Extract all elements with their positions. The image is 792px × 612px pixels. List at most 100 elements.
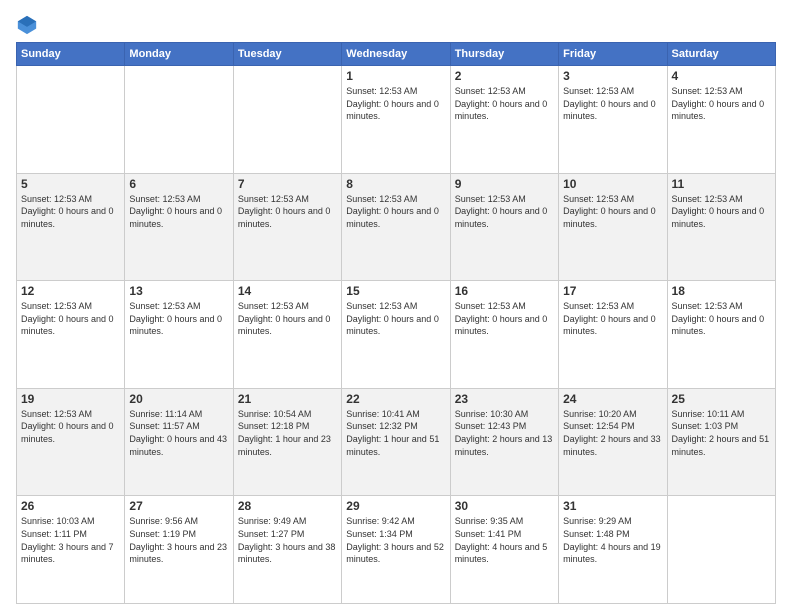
day-number: 13 (129, 284, 228, 298)
day-info: Sunrise: 10:03 AM Sunset: 1:11 PM Daylig… (21, 515, 120, 565)
day-info: Sunset: 12:53 AM Daylight: 0 hours and 0… (563, 85, 662, 123)
day-number: 5 (21, 177, 120, 191)
day-info: Sunset: 12:53 AM Daylight: 0 hours and 0… (563, 300, 662, 338)
day-info: Sunrise: 10:11 AM Sunset: 1:03 PM Daylig… (672, 408, 771, 458)
day-info: Sunrise: 10:54 AM Sunset: 12:18 PM Dayli… (238, 408, 337, 458)
calendar-week-3: 12 Sunset: 12:53 AM Daylight: 0 hours and… (17, 281, 776, 389)
calendar-cell: 26 Sunrise: 10:03 AM Sunset: 1:11 PM Dayl… (17, 496, 125, 604)
calendar-cell: 1 Sunset: 12:53 AM Daylight: 0 hours and … (342, 66, 450, 174)
day-info: Sunset: 12:53 AM Daylight: 0 hours and 0… (238, 300, 337, 338)
day-number: 11 (672, 177, 771, 191)
day-info: Sunset: 12:53 AM Daylight: 0 hours and 0… (346, 193, 445, 231)
day-number: 18 (672, 284, 771, 298)
day-number: 1 (346, 69, 445, 83)
day-number: 24 (563, 392, 662, 406)
calendar-cell (125, 66, 233, 174)
day-info: Sunset: 12:53 AM Daylight: 0 hours and 0… (563, 193, 662, 231)
calendar-cell: 23 Sunrise: 10:30 AM Sunset: 12:43 PM Day… (450, 388, 558, 496)
day-header-thursday: Thursday (450, 43, 558, 66)
calendar-cell: 31Sunrise: 9:29 AM Sunset: 1:48 PM Dayli… (559, 496, 667, 604)
calendar-cell: 21 Sunrise: 10:54 AM Sunset: 12:18 PM Day… (233, 388, 341, 496)
day-number: 7 (238, 177, 337, 191)
day-number: 21 (238, 392, 337, 406)
day-number: 9 (455, 177, 554, 191)
day-number: 23 (455, 392, 554, 406)
day-info: Sunset: 12:53 AM Daylight: 0 hours and 0… (238, 193, 337, 231)
logo-icon (16, 14, 38, 36)
day-header-tuesday: Tuesday (233, 43, 341, 66)
day-number: 2 (455, 69, 554, 83)
day-info: Sunset: 12:53 AM Daylight: 0 hours and 0… (672, 300, 771, 338)
calendar-cell (17, 66, 125, 174)
day-number: 17 (563, 284, 662, 298)
calendar-cell: 2 Sunset: 12:53 AM Daylight: 0 hours and … (450, 66, 558, 174)
calendar-week-4: 19Sunset: 12:53 AM Daylight: 0 hours and… (17, 388, 776, 496)
day-info: Sunset: 12:53 AM Daylight: 0 hours and 0… (346, 85, 445, 123)
calendar-cell: 27 Sunrise: 9:56 AM Sunset: 1:19 PM Dayli… (125, 496, 233, 604)
calendar-cell: 7 Sunset: 12:53 AM Daylight: 0 hours and … (233, 173, 341, 281)
calendar-cell: 10 Sunset: 12:53 AM Daylight: 0 hours and… (559, 173, 667, 281)
day-number: 28 (238, 499, 337, 513)
calendar-cell: 18 Sunset: 12:53 AM Daylight: 0 hours and… (667, 281, 775, 389)
day-info: Sunset: 12:53 AM Daylight: 0 hours and 0… (455, 85, 554, 123)
day-info: Sunrise: 9:56 AM Sunset: 1:19 PM Dayligh… (129, 515, 228, 565)
day-number: 27 (129, 499, 228, 513)
day-number: 30 (455, 499, 554, 513)
day-number: 3 (563, 69, 662, 83)
calendar-cell: 5 Sunset: 12:53 AM Daylight: 0 hours and … (17, 173, 125, 281)
calendar-cell: 30 Sunrise: 9:35 AM Sunset: 1:41 PM Dayli… (450, 496, 558, 604)
calendar-cell: 20 Sunrise: 11:14 AM Sunset: 11:57 AM Day… (125, 388, 233, 496)
calendar-cell: 12 Sunset: 12:53 AM Daylight: 0 hours and… (17, 281, 125, 389)
calendar-cell (233, 66, 341, 174)
day-number: 20 (129, 392, 228, 406)
day-number: 15 (346, 284, 445, 298)
day-number: 14 (238, 284, 337, 298)
calendar-cell: 24 Sunrise: 10:20 AM Sunset: 12:54 PM Day… (559, 388, 667, 496)
day-number: 16 (455, 284, 554, 298)
calendar-cell: 4Sunset: 12:53 AM Daylight: 0 hours and … (667, 66, 775, 174)
day-number: 10 (563, 177, 662, 191)
day-info: Sunrise: 9:35 AM Sunset: 1:41 PM Dayligh… (455, 515, 554, 565)
page: SundayMondayTuesdayWednesdayThursdayFrid… (0, 0, 792, 612)
calendar-week-1: 1 Sunset: 12:53 AM Daylight: 0 hours and … (17, 66, 776, 174)
calendar-cell: 22 Sunrise: 10:41 AM Sunset: 12:32 PM Day… (342, 388, 450, 496)
day-info: Sunset: 12:53 AM Daylight: 0 hours and 0… (21, 408, 120, 446)
calendar-cell: 6 Sunset: 12:53 AM Daylight: 0 hours and … (125, 173, 233, 281)
day-number: 25 (672, 392, 771, 406)
day-info: Sunrise: 10:30 AM Sunset: 12:43 PM Dayli… (455, 408, 554, 458)
calendar-cell (667, 496, 775, 604)
day-info: Sunrise: 11:14 AM Sunset: 11:57 AM Dayli… (129, 408, 228, 458)
logo (16, 12, 42, 36)
calendar-cell: 9Sunset: 12:53 AM Daylight: 0 hours and … (450, 173, 558, 281)
day-number: 22 (346, 392, 445, 406)
header (16, 12, 776, 36)
calendar-cell: 25 Sunrise: 10:11 AM Sunset: 1:03 PM Dayl… (667, 388, 775, 496)
day-info: Sunset: 12:53 AM Daylight: 0 hours and 0… (672, 85, 771, 123)
day-info: Sunrise: 9:49 AM Sunset: 1:27 PM Dayligh… (238, 515, 337, 565)
day-info: Sunset: 12:53 AM Daylight: 0 hours and 0… (129, 300, 228, 338)
day-header-wednesday: Wednesday (342, 43, 450, 66)
day-number: 6 (129, 177, 228, 191)
calendar-cell: 14 Sunset: 12:53 AM Daylight: 0 hours and… (233, 281, 341, 389)
day-info: Sunset: 12:53 AM Daylight: 0 hours and 0… (346, 300, 445, 338)
calendar-header-row: SundayMondayTuesdayWednesdayThursdayFrid… (17, 43, 776, 66)
day-info: Sunset: 12:53 AM Daylight: 0 hours and 0… (672, 193, 771, 231)
calendar-cell: 8Sunset: 12:53 AM Daylight: 0 hours and … (342, 173, 450, 281)
day-header-friday: Friday (559, 43, 667, 66)
day-info: Sunset: 12:53 AM Daylight: 0 hours and 0… (21, 193, 120, 231)
day-info: Sunrise: 10:41 AM Sunset: 12:32 PM Dayli… (346, 408, 445, 458)
day-number: 31 (563, 499, 662, 513)
calendar-cell: 17 Sunset: 12:53 AM Daylight: 0 hours and… (559, 281, 667, 389)
day-number: 12 (21, 284, 120, 298)
calendar-cell: 29Sunrise: 9:42 AM Sunset: 1:34 PM Dayli… (342, 496, 450, 604)
day-info: Sunset: 12:53 AM Daylight: 0 hours and 0… (455, 300, 554, 338)
day-info: Sunrise: 10:20 AM Sunset: 12:54 PM Dayli… (563, 408, 662, 458)
day-info: Sunset: 12:53 AM Daylight: 0 hours and 0… (129, 193, 228, 231)
day-header-monday: Monday (125, 43, 233, 66)
calendar-cell: 16 Sunset: 12:53 AM Daylight: 0 hours and… (450, 281, 558, 389)
day-number: 29 (346, 499, 445, 513)
day-info: Sunset: 12:53 AM Daylight: 0 hours and 0… (21, 300, 120, 338)
day-header-saturday: Saturday (667, 43, 775, 66)
day-number: 26 (21, 499, 120, 513)
calendar-week-5: 26 Sunrise: 10:03 AM Sunset: 1:11 PM Dayl… (17, 496, 776, 604)
